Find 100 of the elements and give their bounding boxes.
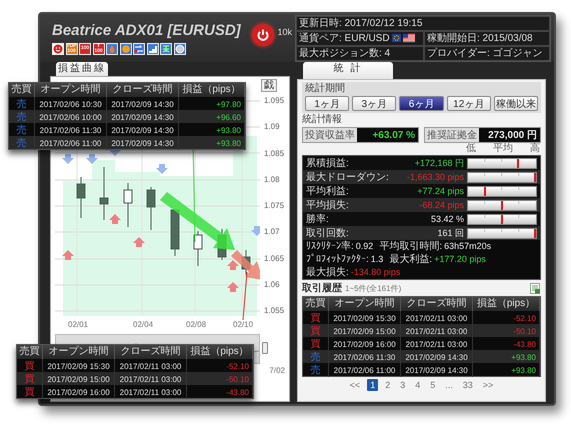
profit-pips: +93.80: [473, 363, 540, 377]
robot-title: Beatrice ADX01 [EURUSD]: [52, 22, 241, 38]
x-axis-label: 02/08: [186, 320, 208, 331]
updated-time: 更新日時: 2017/02/12 19:15: [296, 16, 550, 30]
page-link[interactable]: 2: [382, 378, 394, 390]
history-title: 取引履歴: [302, 282, 342, 295]
globe-icon: [174, 42, 186, 54]
max-positions: 最大ポジション数: 4: [296, 46, 424, 60]
buy-signal-icon: [62, 250, 74, 260]
close-time: 2017/02/09 14:30: [401, 363, 473, 377]
stat-item: 最大損失: -134.80 pips: [306, 266, 400, 279]
navigator-date: 7/02: [269, 366, 285, 375]
open-time: 2017/02/06 11:00: [329, 363, 401, 377]
period-button[interactable]: 稼働以来: [494, 96, 538, 111]
candle: [76, 176, 86, 218]
metric-label: 平均利益:: [306, 184, 350, 198]
metric-value: +172,168 円: [414, 156, 464, 170]
stats-title: 統計情報: [302, 114, 343, 126]
eu-flag-icon: [392, 34, 401, 42]
open-time: 2017/02/09 16:00: [43, 385, 115, 399]
period-button[interactable]: 6ヶ月: [399, 96, 444, 111]
range-button[interactable]: 戯: [261, 79, 277, 92]
profit-pips: -43.80: [187, 385, 253, 399]
close-time: 2017/02/09 14:30: [107, 136, 179, 150]
candle: [170, 208, 180, 256]
scale-label: 高: [530, 144, 540, 154]
sell-signal-icon: [62, 154, 74, 164]
summary-value: 273,000 円: [479, 128, 540, 142]
page-link[interactable]: 33: [460, 378, 476, 390]
scale-label: 平均: [493, 144, 513, 154]
stats-tab[interactable]: 統 計: [303, 62, 393, 79]
scale-label: 低: [466, 144, 476, 154]
y-axis-label: 1.055: [264, 305, 284, 317]
y-axis-label: 1.08: [264, 174, 281, 186]
flame-icon: [106, 42, 118, 54]
trade-side: 買: [17, 385, 43, 399]
summary-label: 推奨証拠金: [425, 128, 479, 142]
y-axis-label: 1.095: [264, 95, 284, 107]
provider-name: プロバイダー: ゴゴジャン: [424, 46, 550, 60]
stairs-icon: [146, 42, 158, 54]
stat-item: ﾌﾟﾛﾌｨｯﾄﾌｧｸﾀｰ: 1.3: [306, 253, 384, 266]
ball-icon: [120, 42, 132, 54]
y-axis-label: 1.075: [264, 200, 284, 212]
history-count: 1~5件(全161件): [345, 282, 402, 294]
metric-label: 取引回数:: [306, 227, 350, 240]
page-link[interactable]: 4: [412, 378, 424, 390]
close-time: 2017/02/11 03:00: [115, 385, 187, 399]
metric-value: 161 回: [436, 226, 464, 240]
y-axis-label: 1.065: [264, 252, 284, 264]
figure-icon: [160, 42, 172, 54]
capital-label: 10k: [277, 26, 292, 36]
start-date: 稼動開始日: 2015/03/08: [424, 30, 550, 46]
metric-label: 勝率:: [306, 212, 330, 226]
scroll-handle-icon[interactable]: [262, 342, 268, 354]
metric-label: 平均損失:: [306, 198, 350, 212]
leader-line: [242, 272, 248, 320]
candle: [146, 186, 156, 230]
page-link[interactable]: 1: [367, 378, 378, 390]
smiley-icon: [52, 42, 64, 54]
trade-side: 売: [9, 136, 35, 150]
metric-label: 最大ドローダウン:: [306, 170, 390, 184]
buy-signal-icon: [109, 214, 121, 224]
sell-signal-icon: [251, 226, 260, 236]
sell-signal-icon: [156, 164, 168, 174]
x-axis-label: 02/04: [133, 320, 154, 331]
page-link[interactable]: 5: [427, 378, 438, 390]
buy-signal-icon: [133, 237, 145, 247]
buy-signal-icon: [227, 260, 239, 270]
buy-signal-icon: [227, 282, 239, 292]
open-time: 2017/02/06 11:00: [35, 136, 107, 150]
chart-tab[interactable]: 損益曲線: [56, 62, 108, 76]
metric-value: -1,663.30 pips: [406, 172, 464, 182]
metric-label: 累積損益:: [306, 156, 350, 170]
page-link[interactable]: 3: [397, 378, 408, 390]
page-link[interactable]: ...: [442, 378, 456, 390]
y-axis-label: 1.09: [264, 121, 281, 134]
x-axis-label: 02/01: [68, 320, 90, 331]
currency-pair: 通貨ペア: EUR/USD: [299, 32, 390, 44]
metric-value: 53.42 %: [430, 214, 464, 224]
period-title: 統計期間: [305, 83, 346, 95]
period-button[interactable]: 1ヶ月: [305, 96, 350, 111]
candle: [100, 166, 108, 220]
x-axis-label: 02/10: [233, 320, 254, 331]
metric-value: -68.24 pips: [418, 200, 464, 210]
y-axis-label: 1.07: [264, 226, 281, 238]
page-link[interactable]: >>: [480, 378, 496, 390]
page-link[interactable]: <<: [346, 378, 364, 390]
summary-value: +63.07 %: [357, 128, 418, 142]
arrows-icon: [133, 42, 145, 54]
y-axis-label: 1.085: [264, 148, 284, 160]
metric-value: +77.24 pips: [416, 186, 464, 196]
period-button[interactable]: 12ヶ月: [446, 96, 491, 111]
stat-item: 平均取引時間: 63h57m20s: [379, 240, 492, 253]
spreadsheet-icon[interactable]: [530, 282, 541, 294]
y-axis-label: 1.06: [264, 278, 281, 291]
period-button[interactable]: 3ヶ月: [352, 96, 396, 111]
stat-item: 最大利益: +177.20 pips: [389, 253, 486, 266]
us-flag-icon: [402, 34, 415, 42]
summary-label: 投資収益率: [303, 128, 357, 142]
stat-item: ﾘｽｸﾘﾀｰﾝ率: 0.92: [306, 240, 374, 253]
